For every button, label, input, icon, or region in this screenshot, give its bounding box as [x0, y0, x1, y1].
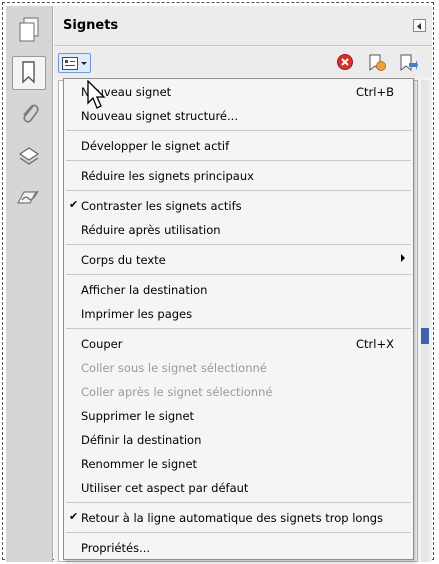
- menu-separator: [66, 160, 411, 161]
- menu-separator: [66, 532, 411, 533]
- pages-button[interactable]: [12, 14, 46, 48]
- menu-item-rename[interactable]: Renommer le signet: [64, 453, 413, 475]
- menu-item-shortcut: Ctrl+X: [356, 337, 394, 351]
- menu-item-paste-under[interactable]: Coller sous le signet sélectionné: [64, 357, 413, 379]
- navigation-rail: [6, 6, 53, 562]
- menu-item-label: Définir la destination: [81, 433, 202, 447]
- bookmarks-button[interactable]: [12, 56, 46, 90]
- menu-separator: [66, 130, 411, 131]
- scroll-thumb[interactable]: [421, 328, 429, 344]
- menu-item-label: Développer le signet actif: [81, 139, 230, 153]
- panel-title: Signets: [63, 18, 119, 33]
- options-context-menu: Nouveau signet Ctrl+B Nouveau signet str…: [63, 78, 414, 560]
- menu-item-label: Contraster les signets actifs: [81, 199, 242, 213]
- panel-toolbar: [54, 47, 432, 77]
- menu-item-collapse-top-level[interactable]: Réduire les signets principaux: [64, 165, 413, 187]
- menu-item-cut[interactable]: Couper Ctrl+X: [64, 333, 413, 355]
- triangle-left-icon: [416, 19, 423, 33]
- menu-item-properties[interactable]: Propriétés...: [64, 537, 413, 559]
- menu-item-highlight-current[interactable]: ✔ Contraster les signets actifs: [64, 195, 413, 217]
- expand-bookmark-icon[interactable]: [398, 53, 418, 72]
- menu-separator: [66, 502, 411, 503]
- menu-item-new-structured-bookmark[interactable]: Nouveau signet structuré...: [64, 105, 413, 127]
- vertical-scrollbar[interactable]: [421, 80, 429, 562]
- menu-item-label: Coller sous le signet sélectionné: [81, 361, 267, 375]
- menu-item-label: Imprimer les pages: [81, 307, 193, 321]
- menu-item-shortcut: Ctrl+B: [356, 85, 394, 99]
- menu-item-label: Supprimer le signet: [81, 409, 195, 423]
- bookmark-icon: [19, 60, 39, 87]
- submenu-arrow-icon: [401, 254, 405, 262]
- menu-item-set-destination[interactable]: Définir la destination: [64, 429, 413, 451]
- menu-item-paste-after[interactable]: Coller après le signet sélectionné: [64, 381, 413, 403]
- collapse-panel-button[interactable]: [413, 19, 426, 32]
- menu-item-print-pages[interactable]: Imprimer les pages: [64, 303, 413, 325]
- panel-header: Signets: [54, 6, 432, 46]
- checkmark-icon: ✔: [69, 198, 79, 211]
- attachments-button[interactable]: [12, 98, 46, 132]
- menu-item-go-to-destination[interactable]: Afficher la destination: [64, 279, 413, 301]
- menu-item-delete[interactable]: Supprimer le signet: [64, 405, 413, 427]
- menu-item-label: Réduire les signets principaux: [81, 169, 254, 183]
- menu-item-expand-current[interactable]: Développer le signet actif: [64, 135, 413, 157]
- menu-item-label: Corps du texte: [81, 253, 166, 267]
- menu-item-label: Retour à la ligne automatique des signet…: [81, 511, 384, 525]
- menu-item-wrap-long-bookmarks[interactable]: ✔ Retour à la ligne automatique des sign…: [64, 507, 413, 529]
- options-menu-button[interactable]: [58, 53, 91, 73]
- menu-item-new-bookmark[interactable]: Nouveau signet Ctrl+B: [64, 81, 413, 103]
- menu-item-label: Renommer le signet: [81, 457, 198, 471]
- delete-bookmark-icon[interactable]: [336, 53, 354, 71]
- menu-item-label: Coller après le signet sélectionné: [81, 385, 273, 399]
- page-thumbnails-icon: [17, 17, 41, 46]
- menu-item-hide-after-use[interactable]: Réduire après utilisation: [64, 219, 413, 241]
- mouse-cursor-icon: [87, 79, 109, 113]
- options-menu-icon: [62, 57, 90, 74]
- menu-item-use-as-default[interactable]: Utiliser cet aspect par défaut: [64, 477, 413, 499]
- signature-icon: [16, 187, 42, 212]
- menu-item-text-size[interactable]: Corps du texte: [64, 249, 413, 271]
- signatures-button[interactable]: [12, 182, 46, 216]
- menu-item-label: Utiliser cet aspect par défaut: [81, 481, 249, 495]
- menu-item-label: Couper: [81, 337, 123, 351]
- new-bookmark-icon[interactable]: [367, 53, 386, 72]
- layers-icon: [17, 144, 41, 171]
- menu-separator: [66, 328, 411, 329]
- menu-item-label: Réduire après utilisation: [81, 223, 221, 237]
- checkmark-icon: ✔: [69, 510, 79, 523]
- paperclip-icon: [18, 101, 40, 130]
- menu-separator: [66, 190, 411, 191]
- menu-item-label: Propriétés...: [81, 541, 151, 555]
- menu-item-label: Afficher la destination: [81, 283, 208, 297]
- layers-button[interactable]: [12, 140, 46, 174]
- menu-separator: [66, 274, 411, 275]
- menu-separator: [66, 244, 411, 245]
